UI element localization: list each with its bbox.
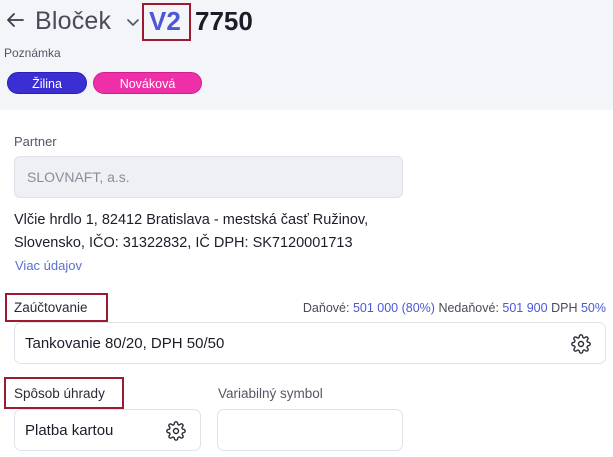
document-header: Bloček V2 7750 Poznámka Žilina Nováková	[0, 0, 613, 110]
partner-address: Vlčie hrdlo 1, 82412 Bratislava - mestsk…	[14, 209, 414, 255]
version-badge: V2	[149, 6, 181, 36]
tax-label: Daňové:	[302, 301, 350, 315]
accounting-summary: Daňové: 501 000 (80%) Nedaňové: 501 900 …	[303, 301, 606, 315]
payment-method-label: Spôsob úhrady	[14, 386, 105, 401]
payment-method-value: Platba kartou	[25, 422, 114, 439]
nontax-label: Nedaňové:	[438, 301, 499, 315]
variable-symbol-input[interactable]	[217, 409, 403, 451]
more-details-link[interactable]: Viac údajov	[15, 258, 82, 273]
note-label: Poznámka	[4, 46, 61, 60]
document-type-title: Bloček	[35, 7, 112, 35]
tag-novakova[interactable]: Nováková	[93, 72, 202, 94]
document-number: 7750	[195, 6, 253, 36]
accounting-label: Zaúčtovanie	[14, 300, 88, 315]
partner-label: Partner	[14, 134, 57, 149]
tax-value: 501 000 (80%)	[352, 301, 435, 315]
address-line: Vlčie hrdlo 1, 82412 Bratislava - mestsk…	[14, 212, 369, 228]
partner-field[interactable]: SLOVNAFT, a.s.	[14, 156, 403, 198]
tag-zilina[interactable]: Žilina	[7, 72, 87, 94]
accounting-select[interactable]: Tankovanie 80/20, DPH 50/50	[14, 322, 606, 364]
address-line: Slovensko, IČO: 31322832, IČ DPH: SK7120…	[14, 235, 353, 251]
payment-method-select[interactable]: Platba kartou	[14, 409, 201, 451]
gear-icon[interactable]	[571, 334, 591, 354]
variable-symbol-label: Variabilný symbol	[218, 386, 323, 401]
nontax-value: 501 900	[502, 301, 548, 315]
accounting-value: Tankovanie 80/20, DPH 50/50	[25, 335, 225, 352]
chevron-down-icon[interactable]	[125, 14, 141, 30]
vat-value: 50%	[580, 301, 606, 315]
gear-icon[interactable]	[166, 421, 186, 441]
arrow-left-icon[interactable]	[4, 9, 28, 33]
vat-label: DPH	[551, 301, 578, 315]
